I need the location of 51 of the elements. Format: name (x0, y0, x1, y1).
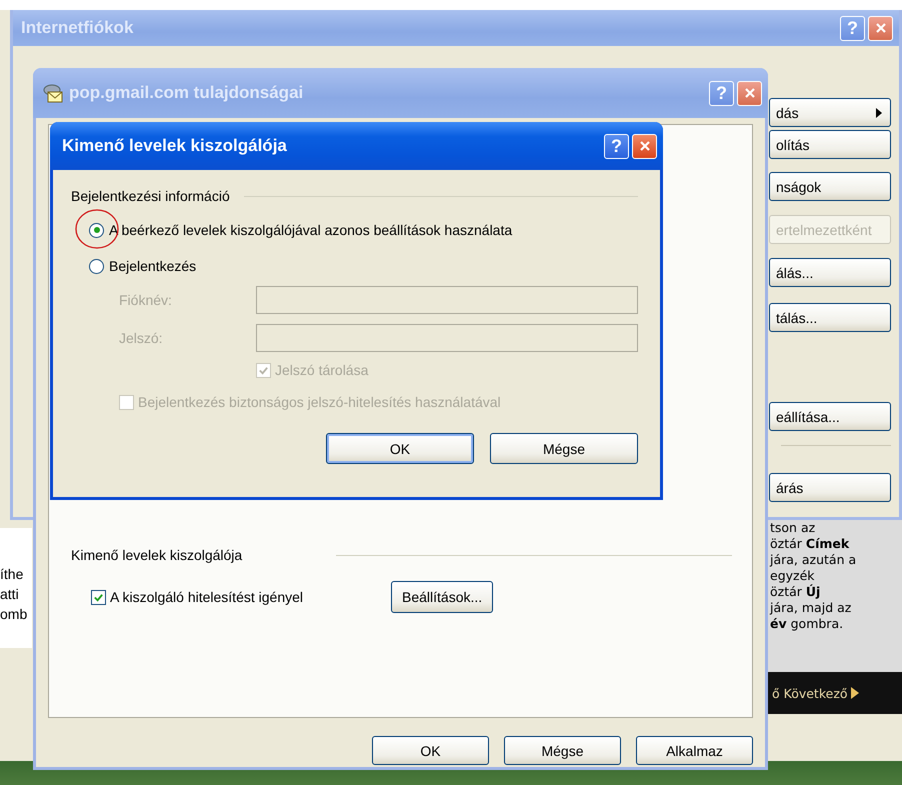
checkmark-icon (93, 592, 104, 602)
annotation-circle (74, 208, 120, 250)
window-title: Internetfiókok (21, 18, 134, 38)
text-fragment: atti (0, 585, 20, 604)
next-link[interactable]: ő Következő (772, 686, 848, 700)
submenu-arrow-icon (876, 108, 882, 118)
dialog-button[interactable]: Mégse (490, 433, 638, 464)
help-text: öztár Címek (770, 536, 850, 552)
side-button[interactable]: olítás (769, 130, 891, 159)
radio-label: Bejelentkezés (109, 258, 196, 274)
radio-button[interactable] (89, 258, 104, 274)
checkbox[interactable] (91, 590, 106, 604)
close-button[interactable] (868, 16, 893, 40)
dialog-button[interactable]: Alkalmaz (636, 736, 753, 765)
help-text: öztár Új (770, 584, 822, 600)
side-button[interactable]: dás (769, 98, 891, 127)
radio-button[interactable] (89, 222, 104, 238)
side-button[interactable]: tálás... (769, 303, 891, 332)
side-button[interactable]: árás (769, 473, 891, 502)
close-button[interactable] (737, 80, 762, 106)
checkbox-label: Bejelentkezés biztonságos jelszó-hitelesítés használatával (138, 394, 501, 410)
field-label: Jelszó: (119, 330, 164, 346)
mail-server-icon (43, 83, 63, 103)
help-button[interactable]: ? (604, 134, 629, 158)
field-label: Fióknév: (119, 292, 173, 308)
side-button[interactable]: álás... (769, 258, 891, 287)
window-title: pop.gmail.com tulajdonságai (69, 83, 304, 103)
dialog-button[interactable]: OK (326, 433, 474, 464)
arrow-icon (850, 687, 859, 699)
checkbox-label: A kiszolgáló hitelesítést igényel (110, 589, 303, 605)
help-text: tson az (770, 520, 816, 536)
close-icon (874, 22, 886, 34)
close-icon (638, 140, 650, 152)
dialog-button[interactable]: OK (372, 736, 489, 765)
help-text: jára, majd az (770, 600, 852, 616)
dialog-button[interactable]: Mégse (504, 736, 621, 765)
settings-button[interactable]: Beállítások... (391, 581, 494, 613)
checkbox-label: Jelszó tárolása (275, 362, 368, 378)
help-text: év gombra. (770, 616, 844, 632)
help-text: jára, azután a (770, 552, 858, 568)
side-button[interactable]: eállítása... (769, 402, 891, 431)
group-title: Bejelentkezési információ (71, 188, 230, 204)
group-title: Kimenő levelek kiszolgálója (71, 547, 242, 563)
close-button[interactable] (632, 134, 657, 158)
help-text: egyzék (770, 568, 816, 584)
checkmark-icon (258, 364, 269, 376)
text-fragment: omb (0, 605, 28, 624)
text-fragment: íthe (0, 565, 24, 584)
side-button[interactable]: nságok (769, 172, 891, 201)
dialog-title: Kimenő levelek kiszolgálója (62, 136, 288, 156)
close-icon (744, 87, 756, 99)
